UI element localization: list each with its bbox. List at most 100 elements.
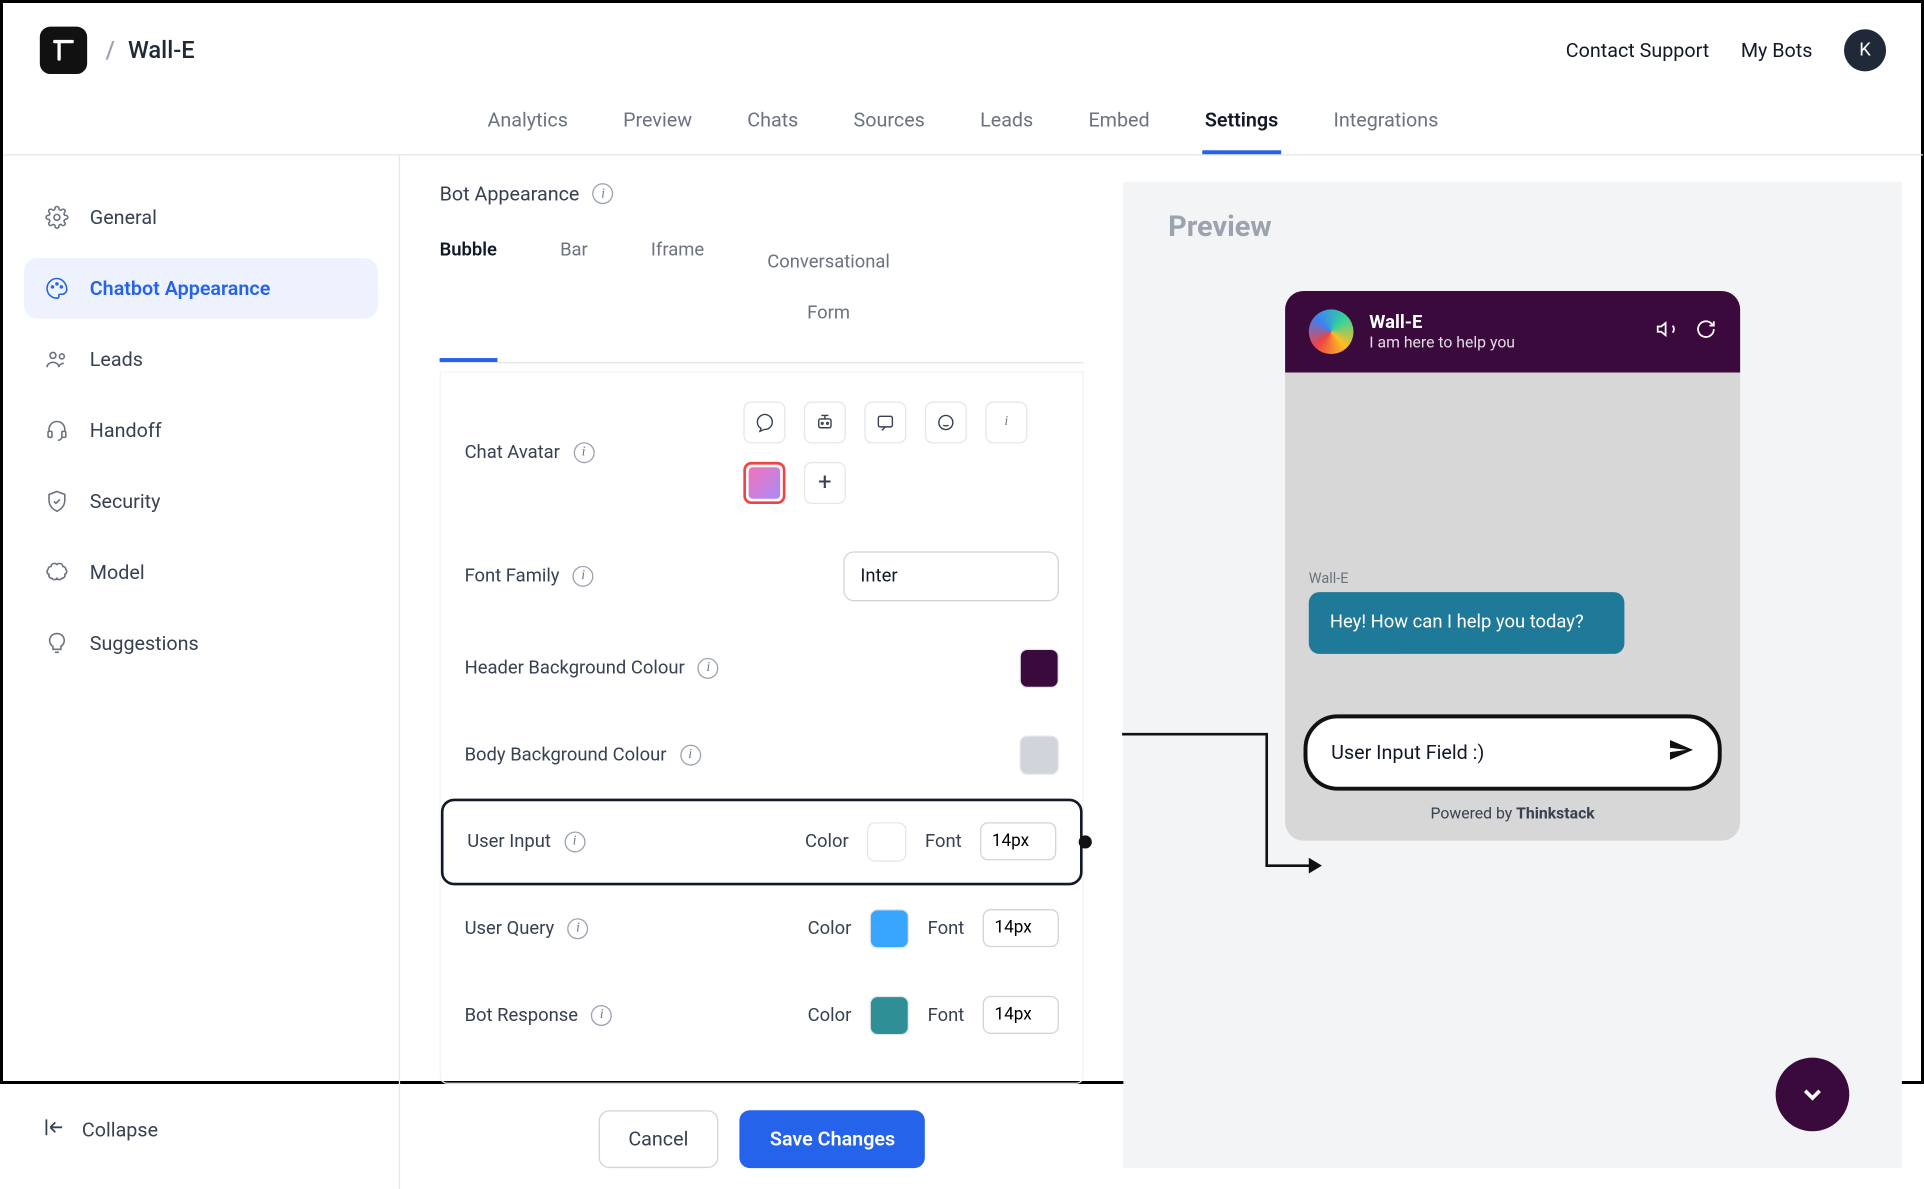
row-user-query: User Query i Color Font (441, 885, 1083, 972)
info-icon[interactable]: i (573, 442, 594, 463)
nav-preview[interactable]: Preview (620, 98, 694, 155)
row-chat-avatar: Chat Avatar i i + (441, 377, 1083, 527)
breadcrumb-sep: / (106, 37, 115, 65)
user-query-label: User Query (465, 918, 555, 939)
row-header-bg: Header Background Colour i (441, 625, 1083, 712)
shield-icon (42, 487, 71, 516)
avatar-option-robot-icon[interactable] (804, 401, 846, 443)
collapse-icon (42, 1115, 66, 1144)
nav-settings[interactable]: Settings (1202, 98, 1281, 155)
save-button[interactable]: Save Changes (740, 1110, 926, 1168)
user-query-font-field[interactable] (983, 909, 1059, 947)
row-body-bg: Body Background Colour i (441, 711, 1083, 798)
chat-footer: Powered by Thinkstack (1285, 804, 1740, 822)
sidebar-item-general[interactable]: General (24, 187, 378, 247)
chat-input[interactable]: User Input Field :) (1304, 714, 1722, 790)
my-bots-link[interactable]: My Bots (1741, 39, 1813, 63)
info-icon[interactable]: i (680, 744, 701, 765)
user-input-font-field[interactable] (980, 823, 1056, 861)
sidebar-item-label: Security (90, 490, 161, 514)
sidebar-item-suggestions[interactable]: Suggestions (24, 613, 378, 673)
subtab-iframe[interactable]: Iframe (651, 227, 704, 362)
users-icon (42, 345, 71, 374)
avatar-choices: i + (743, 401, 1059, 504)
nav-analytics[interactable]: Analytics (485, 98, 571, 155)
sidebar-item-leads[interactable]: Leads (24, 329, 378, 389)
info-icon[interactable]: i (573, 566, 594, 587)
avatar-option-info-icon[interactable]: i (985, 401, 1027, 443)
annotation-dot (1079, 835, 1092, 848)
app-logo[interactable] (40, 27, 87, 74)
row-user-input: User Input i Color Font (441, 798, 1083, 885)
sidebar-item-label: Chatbot Appearance (90, 277, 271, 301)
breadcrumb-bot-name[interactable]: Wall-E (128, 37, 195, 65)
cancel-button[interactable]: Cancel (598, 1110, 719, 1168)
sound-icon[interactable] (1656, 319, 1677, 345)
avatar-option-support-icon[interactable] (925, 401, 967, 443)
nav-embed[interactable]: Embed (1086, 98, 1152, 155)
sidebar-item-label: Leads (90, 348, 143, 372)
info-icon[interactable]: i (567, 918, 588, 939)
body-bg-swatch[interactable] (1019, 735, 1058, 774)
nav-leads[interactable]: Leads (977, 98, 1035, 155)
refresh-icon[interactable] (1695, 319, 1716, 345)
user-avatar[interactable]: K (1844, 29, 1886, 71)
info-icon[interactable]: i (593, 183, 614, 204)
chat-body: Wall-E Hey! How can I help you today? (1285, 373, 1740, 675)
color-label: Color (808, 1005, 852, 1026)
collapse-sidebar[interactable]: Collapse (24, 1102, 378, 1157)
sidebar-item-model[interactable]: Model (24, 542, 378, 602)
info-icon[interactable]: i (564, 831, 585, 852)
nav-sources[interactable]: Sources (851, 98, 928, 155)
font-family-input[interactable] (843, 551, 1059, 601)
font-label: Font (928, 1005, 965, 1026)
sidebar-item-security[interactable]: Security (24, 471, 378, 531)
nav-integrations[interactable]: Integrations (1331, 98, 1441, 155)
chat-avatar (1309, 309, 1354, 354)
info-icon[interactable]: i (591, 1005, 612, 1026)
color-label: Color (808, 918, 852, 939)
contact-support-link[interactable]: Contact Support (1566, 39, 1709, 63)
chat-title: Wall-E (1369, 312, 1515, 333)
user-input-color-swatch[interactable] (867, 822, 906, 861)
headset-icon (42, 416, 71, 445)
sidebar-item-appearance[interactable]: Chatbot Appearance (24, 258, 378, 318)
avatar-option-selected[interactable] (743, 462, 785, 504)
preview-panel: Preview Wall-E I am here to help you (1123, 182, 1901, 1168)
subtab-conversational-form[interactable]: Conversational Form (767, 227, 890, 362)
row-bot-response: Bot Response i Color Font (441, 972, 1083, 1059)
send-icon[interactable] (1668, 737, 1694, 769)
info-icon[interactable]: i (698, 658, 719, 679)
avatar-add-button[interactable]: + (804, 462, 846, 504)
bot-response-color-swatch[interactable] (870, 996, 909, 1035)
chat-fab[interactable] (1776, 1057, 1850, 1131)
palette-icon (42, 274, 71, 303)
sidebar-item-label: Suggestions (90, 632, 199, 656)
chat-widget: Wall-E I am here to help you Wall-E Hey!… (1285, 291, 1740, 841)
font-label: Font (925, 831, 962, 852)
chat-bot-bubble: Hey! How can I help you today? (1309, 592, 1625, 654)
section-title-label: Bot Appearance (440, 182, 580, 206)
user-query-color-swatch[interactable] (870, 909, 909, 948)
preview-title: Preview (1168, 211, 1857, 244)
sidebar-item-label: Model (90, 561, 145, 585)
bot-response-font-field[interactable] (983, 996, 1059, 1034)
subtab-bar[interactable]: Bar (560, 227, 588, 362)
header-bg-swatch[interactable] (1019, 648, 1058, 687)
nav-chats[interactable]: Chats (745, 98, 801, 155)
subtab-bubble[interactable]: Bubble (440, 227, 497, 362)
font-label: Font (928, 918, 965, 939)
chat-avatar-label: Chat Avatar (465, 442, 560, 463)
color-label: Color (805, 831, 849, 852)
chat-input-text: User Input Field :) (1331, 741, 1484, 765)
bot-response-label: Bot Response (465, 1005, 578, 1026)
header-bg-label: Header Background Colour (465, 658, 685, 679)
gear-icon (42, 203, 71, 232)
appearance-subtabs: Bubble Bar Iframe Conversational Form (440, 227, 1084, 363)
avatar-option-chat-icon[interactable] (743, 401, 785, 443)
collapse-label: Collapse (82, 1118, 158, 1142)
sidebar-item-handoff[interactable]: Handoff (24, 400, 378, 460)
sidebar-item-label: Handoff (90, 419, 162, 443)
chat-subtitle: I am here to help you (1369, 333, 1515, 351)
avatar-option-message-icon[interactable] (864, 401, 906, 443)
